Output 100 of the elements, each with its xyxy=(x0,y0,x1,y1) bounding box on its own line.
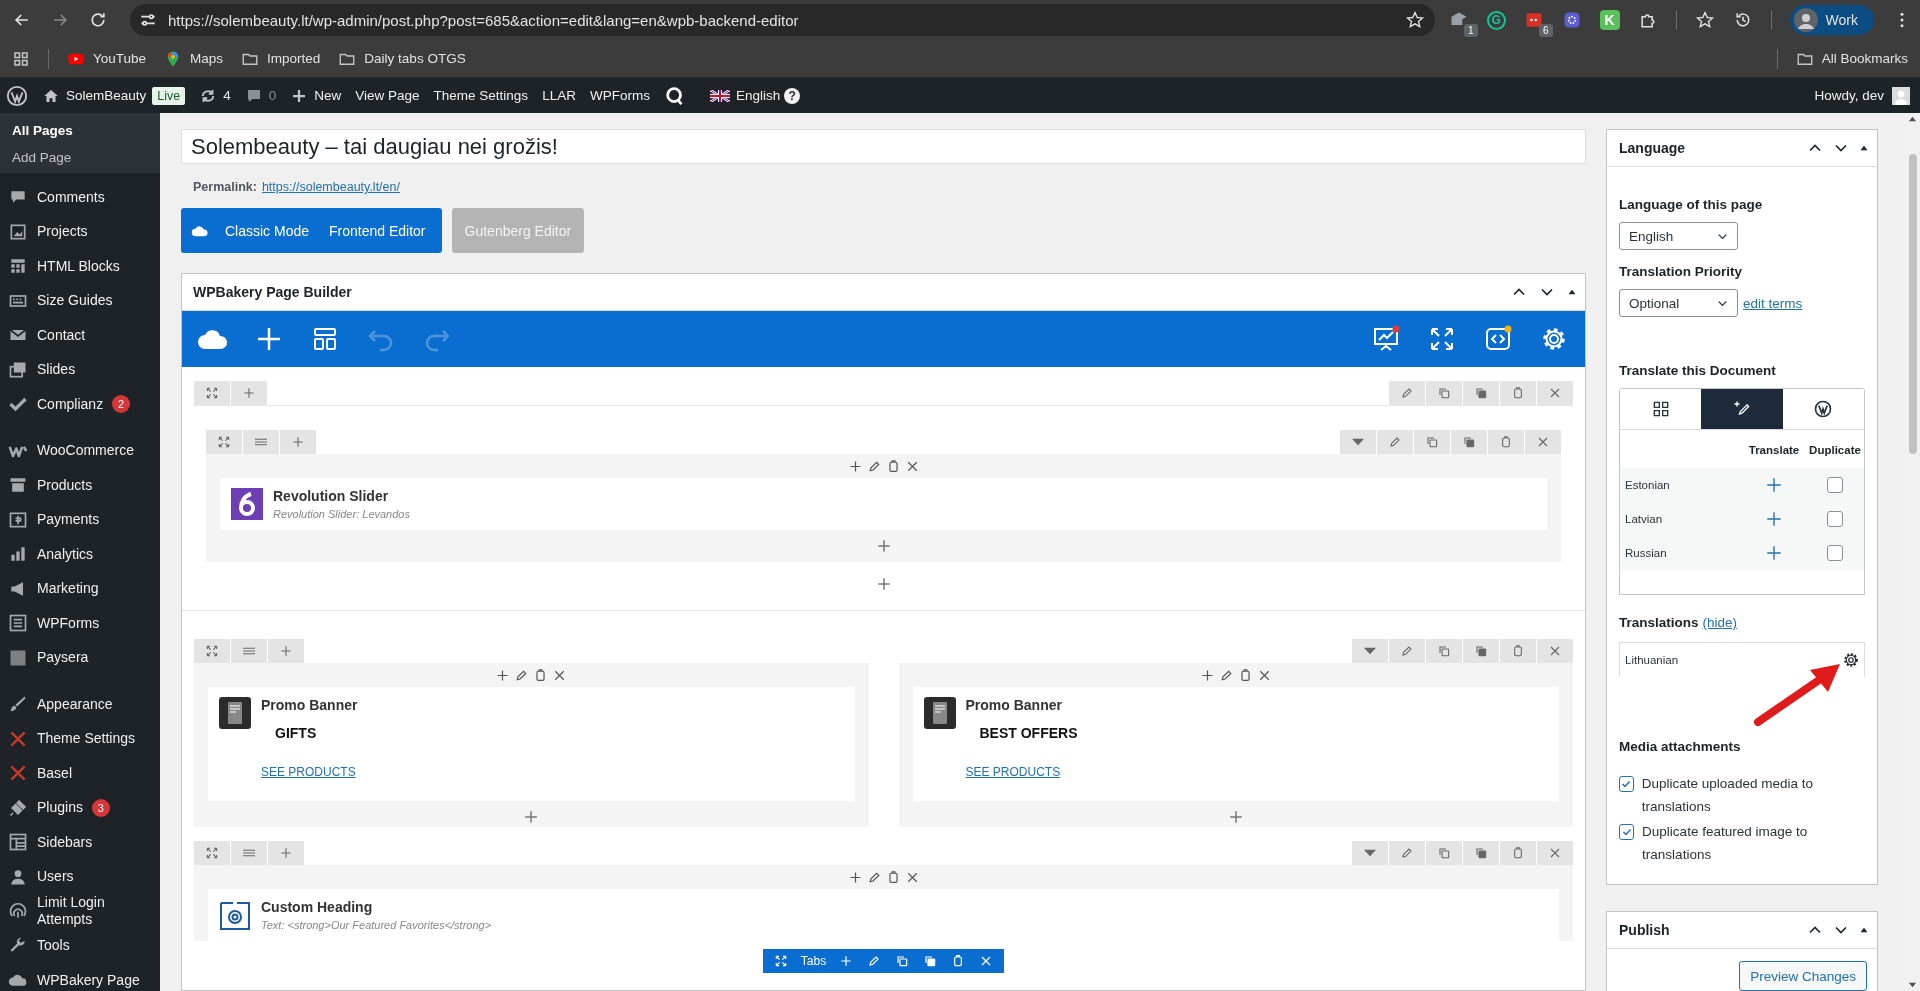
language-switcher[interactable]: English xyxy=(709,88,781,103)
bookmark-star-icon[interactable] xyxy=(1404,10,1425,30)
admin-bar-link[interactable]: New xyxy=(290,86,342,105)
all-bookmarks-link[interactable]: All Bookmarks xyxy=(1795,49,1908,68)
mode-button[interactable]: Classic Mode xyxy=(215,222,320,239)
scroll-up-icon[interactable] xyxy=(1908,115,1917,124)
expand-button[interactable] xyxy=(194,381,230,405)
form-icon xyxy=(8,613,28,634)
priority-select[interactable]: Optional xyxy=(1619,289,1738,317)
drag-handle[interactable] xyxy=(243,430,279,454)
banner-link[interactable]: SEE PRODUCTS xyxy=(965,765,1078,779)
sidebar-item[interactable]: WPForms xyxy=(0,606,160,641)
wordpress-logo-icon[interactable] xyxy=(6,84,28,107)
sidebar-item[interactable]: Contact xyxy=(0,318,160,353)
add-translation-icon[interactable] xyxy=(1765,510,1783,528)
sidebar-item[interactable]: Size Guides xyxy=(0,283,160,318)
account-link[interactable]: Howdy, dev xyxy=(1814,88,1884,103)
hide-link[interactable]: (hide) xyxy=(1702,615,1738,630)
sidebar-item[interactable]: Plugins 3 xyxy=(0,790,160,825)
bookmark-link[interactable]: Imported xyxy=(241,49,321,68)
checkbox[interactable] xyxy=(1619,824,1635,840)
clone-button[interactable] xyxy=(1451,430,1487,454)
preview-changes-button[interactable]: Preview Changes xyxy=(1739,961,1867,991)
duplicate-checkbox[interactable] xyxy=(1827,511,1843,527)
apps-grid-icon[interactable] xyxy=(12,49,30,68)
box-title: Publish xyxy=(1619,922,1670,938)
sidebar-item[interactable]: WooCommerce xyxy=(0,433,160,468)
bookmark-link[interactable]: Maps xyxy=(164,49,224,68)
admin-bar-link[interactable]: LLAR xyxy=(542,88,576,103)
element-card[interactable]: Custom Heading Text: <strong>Our Featured Favorites</strong> xyxy=(208,889,1559,941)
clone-button[interactable] xyxy=(1463,841,1499,865)
sidebar-item[interactable]: Slides xyxy=(0,352,160,387)
drag-handle[interactable] xyxy=(231,841,267,865)
extension-icon[interactable]: G xyxy=(1486,10,1506,30)
element-card[interactable]: Promo Banner GIFTS SEE PRODUCTS xyxy=(208,687,855,801)
sidebar-item[interactable]: Analytics xyxy=(0,537,160,572)
clone-button[interactable] xyxy=(1463,381,1499,405)
checkbox[interactable] xyxy=(1619,776,1634,792)
bookmarks-star-icon[interactable] xyxy=(1694,10,1715,30)
clone-button[interactable] xyxy=(1463,639,1499,663)
reload-icon[interactable] xyxy=(88,10,108,30)
submenu-item[interactable]: All Pages xyxy=(0,117,160,144)
toggle-button[interactable] xyxy=(1352,639,1388,663)
language-select[interactable]: English xyxy=(1619,222,1738,250)
sidebar-item[interactable]: Payments xyxy=(0,502,160,537)
toggle-button[interactable] xyxy=(1340,430,1376,454)
admin-bar-link[interactable]: WPForms xyxy=(589,88,650,103)
sidebar-item[interactable]: Tools xyxy=(0,928,160,963)
paste-button[interactable] xyxy=(1500,639,1536,663)
admin-bar-link[interactable]: Theme Settings xyxy=(433,88,529,103)
drag-handle[interactable] xyxy=(231,639,267,663)
sidebar-item[interactable]: Limit Login Attempts xyxy=(0,894,160,929)
sidebar-item[interactable]: Paysera xyxy=(0,640,160,675)
toggle-button[interactable] xyxy=(1352,841,1388,865)
sidebar-item[interactable]: HTML Blocks xyxy=(0,249,160,284)
sidebar-item[interactable]: Appearance xyxy=(0,687,160,722)
paste-button[interactable] xyxy=(1500,381,1536,405)
banner-link[interactable]: SEE PRODUCTS xyxy=(261,765,358,779)
scroll-down-icon[interactable] xyxy=(1908,980,1917,989)
mode-button[interactable]: Frontend Editor xyxy=(319,222,436,239)
admin-bar-link[interactable]: View Page xyxy=(355,88,420,103)
permalink-link[interactable]: https://solembeauty.lt/en/ xyxy=(261,180,400,194)
title-field[interactable]: Solembeauty – tai daugiau nei grožis! xyxy=(181,129,1586,164)
sidebar-item[interactable]: Comments xyxy=(0,180,160,215)
sidebar-item[interactable]: WPBakery Page xyxy=(0,963,160,991)
scrollbar-thumb[interactable] xyxy=(1908,154,1917,454)
settings-icon[interactable] xyxy=(1842,651,1860,669)
element-card[interactable]: Revolution Slider Revolution Slider: Levandos xyxy=(220,478,1547,530)
plus-icon xyxy=(241,385,257,401)
edit-terms-link[interactable]: edit terms xyxy=(1743,295,1803,311)
profile-button[interactable]: Work xyxy=(1789,5,1874,35)
updates-link[interactable]: 4 xyxy=(199,86,231,105)
sidebar-item[interactable]: Sidebars xyxy=(0,825,160,860)
bookmark-link[interactable]: YouTube xyxy=(67,49,147,68)
column-header: Translate xyxy=(1747,443,1801,458)
section-label: Media attachments xyxy=(1619,739,1741,754)
sidebar-item[interactable]: Users xyxy=(0,859,160,894)
paste-button[interactable] xyxy=(1500,841,1536,865)
expand-button[interactable] xyxy=(194,841,230,865)
submenu-item[interactable]: Add Page xyxy=(0,144,160,171)
sidebar-item[interactable]: Basel xyxy=(0,756,160,791)
help-badge[interactable]: ? xyxy=(784,87,801,104)
paste-button[interactable] xyxy=(1488,430,1524,454)
site-name-link[interactable]: SolemBeauty xyxy=(42,86,147,105)
expand-button[interactable] xyxy=(194,639,230,663)
bookmark-link[interactable]: Daily tabs OTGS xyxy=(338,49,466,68)
sidebar-item[interactable]: Projects xyxy=(0,214,160,249)
add-translation-icon[interactable] xyxy=(1765,476,1783,494)
address-bar[interactable]: https://solembeauty.lt/wp-admin/post.php?post=685&action=edit&lang=en&wpb-backend-editor xyxy=(130,4,1435,36)
comments-link[interactable]: 0 xyxy=(244,86,277,105)
expand-button[interactable] xyxy=(206,430,242,454)
duplicate-checkbox[interactable] xyxy=(1827,477,1843,493)
sidebar-item[interactable]: Marketing xyxy=(0,571,160,606)
sidebar-item[interactable]: Theme Settings xyxy=(0,721,160,756)
sidebar-item[interactable]: Complianz 2 xyxy=(0,387,160,422)
element-card[interactable]: Promo Banner BEST OFFERS SEE PRODUCTS xyxy=(912,687,1559,801)
clone-icon xyxy=(1473,643,1489,659)
duplicate-checkbox[interactable] xyxy=(1827,545,1843,561)
add-translation-icon[interactable] xyxy=(1765,544,1783,562)
sidebar-item[interactable]: Products xyxy=(0,468,160,503)
